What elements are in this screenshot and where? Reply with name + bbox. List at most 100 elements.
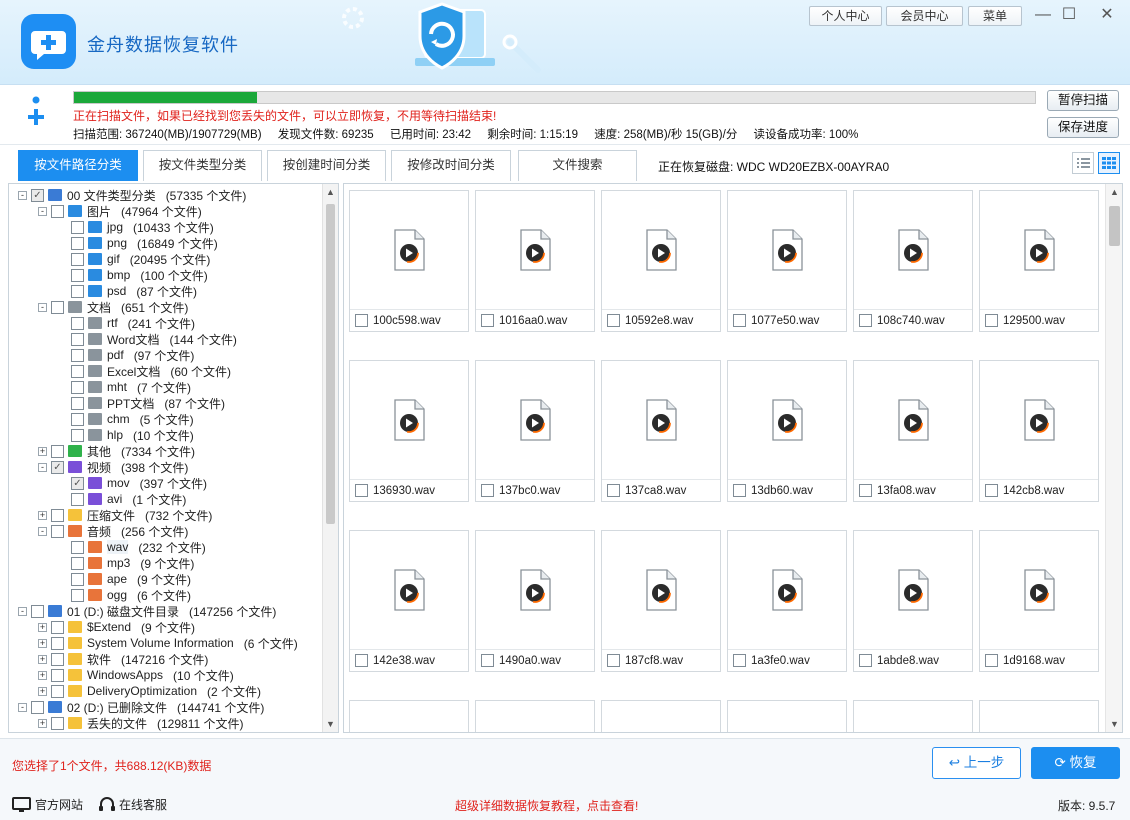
collapse-icon[interactable]: -	[18, 190, 27, 200]
scroll-down-icon[interactable]: ▼	[1110, 719, 1119, 729]
file-card[interactable]: 137ca8.wav	[601, 360, 721, 502]
tree-item[interactable]: hlp (10 个文件)	[58, 427, 194, 443]
official-website-link[interactable]: 官方网站	[12, 796, 83, 813]
tree-checkbox[interactable]	[71, 492, 84, 506]
tree-item[interactable]: - 图片 (47964 个文件)	[38, 203, 202, 219]
tree-checkbox[interactable]	[51, 508, 64, 522]
file-checkbox[interactable]	[859, 484, 872, 497]
tree-checkbox[interactable]	[71, 348, 84, 362]
tree-item[interactable]: + 丢失的文件 (129811 个文件)	[38, 715, 244, 731]
tutorial-link[interactable]: 超级详细数据恢复教程，点击查看!	[455, 797, 638, 814]
personal-center-button[interactable]: 个人中心	[809, 6, 882, 26]
add-scan-icon[interactable]	[26, 95, 46, 129]
file-checkbox[interactable]	[859, 314, 872, 327]
file-card[interactable]: 1016aa0.wav	[475, 190, 595, 332]
grid-scrollbar-thumb[interactable]	[1109, 206, 1120, 246]
tree-item[interactable]: chm (5 个文件)	[58, 411, 194, 427]
scroll-up-icon[interactable]: ▲	[326, 187, 335, 197]
tree-checkbox[interactable]	[51, 300, 64, 314]
online-service-link[interactable]: 在线客服	[98, 796, 167, 813]
file-checkbox[interactable]	[355, 654, 368, 667]
tree-item[interactable]: psd (87 个文件)	[58, 283, 197, 299]
expand-icon[interactable]: +	[38, 622, 47, 632]
tree-item[interactable]: + DeliveryOptimization (2 个文件)	[38, 683, 261, 699]
tab-by-created[interactable]: 按创建时间分类	[267, 150, 386, 181]
file-card[interactable]: 142cb8.wav	[979, 360, 1099, 502]
file-card[interactable]: 129500.wav	[979, 190, 1099, 332]
scroll-down-icon[interactable]: ▼	[326, 719, 335, 729]
file-card[interactable]: 1abde8.wav	[853, 530, 973, 672]
file-card[interactable]: 100c598.wav	[349, 190, 469, 332]
file-card[interactable]: 187cf8.wav	[601, 530, 721, 672]
folder-tree[interactable]: ▲ ▼ - ✓ 00 文件类型分类 (57335 个文件) - 图片 (47964 个文件)…	[8, 183, 339, 733]
tree-item[interactable]: pdf (97 个文件)	[58, 347, 194, 363]
collapse-icon[interactable]: -	[18, 702, 27, 712]
file-card[interactable]: 136930.wav	[349, 360, 469, 502]
menu-button[interactable]: 菜单	[968, 6, 1022, 26]
file-checkbox[interactable]	[733, 314, 746, 327]
file-card[interactable]: 13fa08.wav	[853, 360, 973, 502]
tree-item[interactable]: wav (232 个文件)	[58, 539, 206, 555]
previous-step-button[interactable]: ↩ 上一步	[932, 747, 1021, 779]
expand-icon[interactable]: +	[38, 638, 47, 648]
file-card[interactable]	[727, 700, 847, 732]
tab-by-path[interactable]: 按文件路径分类	[18, 150, 138, 181]
tree-item[interactable]: mp3 (9 个文件)	[58, 555, 194, 571]
tree-item[interactable]: Excel文档 (60 个文件)	[58, 363, 231, 379]
file-checkbox[interactable]	[481, 314, 494, 327]
tree-checkbox[interactable]	[71, 428, 84, 442]
tree-checkbox[interactable]	[71, 316, 84, 330]
file-checkbox[interactable]	[607, 484, 620, 497]
file-checkbox[interactable]	[859, 654, 872, 667]
grid-scrollbar[interactable]: ▲ ▼	[1105, 184, 1122, 732]
save-progress-button[interactable]: 保存进度	[1047, 117, 1119, 138]
file-checkbox[interactable]	[985, 654, 998, 667]
tree-item[interactable]: + WindowsApps (10 个文件)	[38, 667, 234, 683]
tree-item[interactable]: + 其他 (7334 个文件)	[38, 443, 195, 459]
tree-checkbox[interactable]	[51, 204, 64, 218]
collapse-icon[interactable]: -	[38, 462, 47, 472]
tree-item[interactable]: + 压缩文件 (732 个文件)	[38, 507, 212, 523]
tree-scrollbar[interactable]: ▲ ▼	[322, 184, 338, 732]
file-checkbox[interactable]	[985, 314, 998, 327]
file-card[interactable]: 1490a0.wav	[475, 530, 595, 672]
expand-icon[interactable]: +	[38, 670, 47, 680]
tree-checkbox[interactable]: ✓	[31, 188, 44, 202]
file-card[interactable]	[979, 700, 1099, 732]
tree-checkbox[interactable]	[51, 524, 64, 538]
file-checkbox[interactable]	[355, 314, 368, 327]
tree-checkbox[interactable]	[51, 684, 64, 698]
tree-item[interactable]: + System Volume Information (6 个文件)	[38, 635, 298, 651]
tree-item[interactable]: mht (7 个文件)	[58, 379, 191, 395]
pause-scan-button[interactable]: 暂停扫描	[1047, 90, 1119, 111]
file-card[interactable]	[475, 700, 595, 732]
tree-checkbox[interactable]	[71, 396, 84, 410]
member-center-button[interactable]: 会员中心	[886, 6, 963, 26]
expand-icon[interactable]: +	[38, 510, 47, 520]
tree-checkbox[interactable]: ✓	[71, 476, 84, 490]
tree-scrollbar-thumb[interactable]	[326, 204, 335, 524]
tree-item[interactable]: - ✓ 00 文件类型分类 (57335 个文件)	[18, 187, 246, 203]
tree-checkbox[interactable]	[31, 604, 44, 618]
tree-checkbox[interactable]	[71, 284, 84, 298]
tree-item[interactable]: jpg (10433 个文件)	[58, 219, 214, 235]
file-card[interactable]	[853, 700, 973, 732]
tree-checkbox[interactable]	[71, 556, 84, 570]
file-card[interactable]: 13db60.wav	[727, 360, 847, 502]
file-checkbox[interactable]	[985, 484, 998, 497]
tree-checkbox[interactable]	[71, 588, 84, 602]
tree-checkbox[interactable]	[51, 716, 64, 730]
file-card[interactable]: 1a3fe0.wav	[727, 530, 847, 672]
grid-view-icon[interactable]	[1098, 152, 1120, 174]
file-card[interactable]	[349, 700, 469, 732]
file-checkbox[interactable]	[733, 484, 746, 497]
tree-item[interactable]: + $Extend (9 个文件)	[38, 619, 195, 635]
tab-file-search[interactable]: 文件搜索	[518, 150, 637, 181]
expand-icon[interactable]: +	[38, 654, 47, 664]
tree-checkbox[interactable]	[71, 364, 84, 378]
tree-checkbox[interactable]	[71, 332, 84, 346]
file-card[interactable]: 1077e50.wav	[727, 190, 847, 332]
tree-checkbox[interactable]	[51, 636, 64, 650]
tree-item[interactable]: gif (20495 个文件)	[58, 251, 210, 267]
file-checkbox[interactable]	[607, 654, 620, 667]
